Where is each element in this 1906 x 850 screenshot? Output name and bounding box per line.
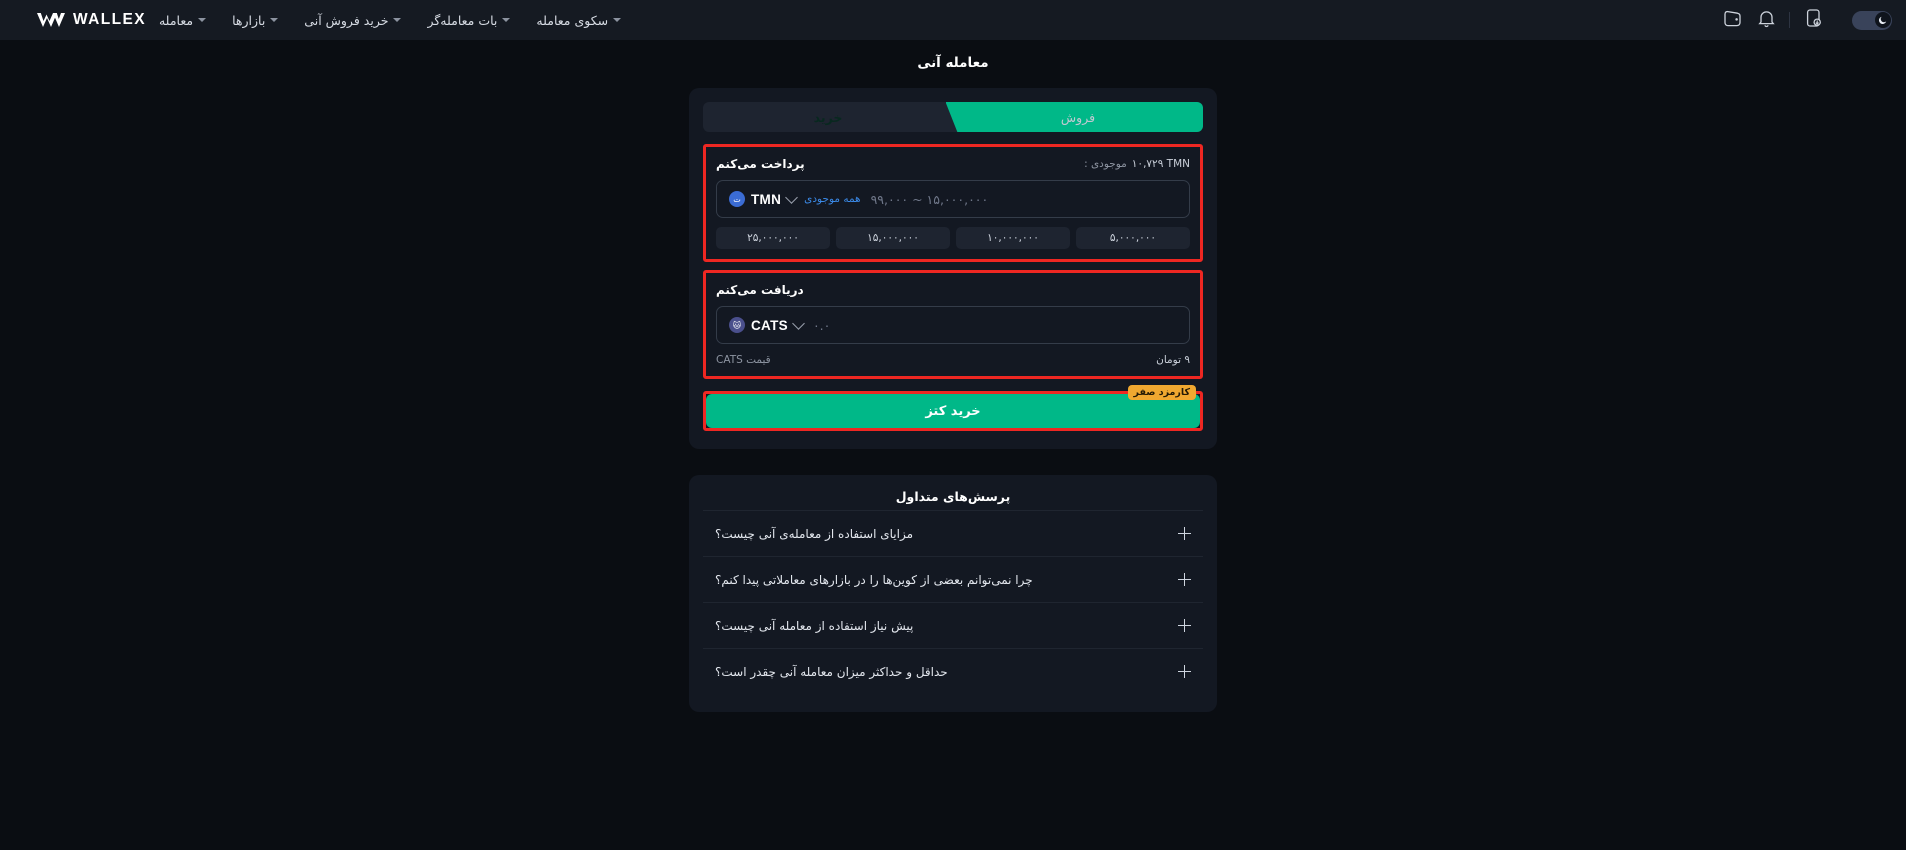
receive-amount-input[interactable]: ۰.۰ bbox=[811, 318, 1180, 333]
plus-icon bbox=[1178, 619, 1191, 632]
faq-item[interactable]: حداقل و حداکثر میزان معامله آنی چقدر است… bbox=[703, 648, 1203, 694]
plus-icon bbox=[1178, 527, 1191, 540]
pay-section-annotation: پرداخت می‌کنم موجودی : ۱۰,۷۲۹ TMN ت TMN … bbox=[703, 144, 1203, 262]
instant-trade-panel: خرید فروش پرداخت می‌کنم موجودی : ۱۰,۷۲۹ … bbox=[689, 88, 1217, 712]
price-value: ۹ تومان bbox=[1156, 354, 1190, 366]
wallet-button[interactable] bbox=[1715, 3, 1749, 37]
plus-icon bbox=[1178, 573, 1191, 586]
quick-amount-chip[interactable]: ۱۵,۰۰۰,۰۰۰ bbox=[836, 227, 950, 249]
wallex-logo[interactable]: WALLEX bbox=[36, 11, 146, 29]
receive-currency-label: CATS bbox=[751, 317, 788, 333]
receive-section-annotation: دریافت می‌کنم 🐱 CATS ۰.۰ قیمت CATS ۹ توم… bbox=[703, 270, 1203, 379]
submit-section-annotation: کارمزد صفر خرید کتز bbox=[703, 385, 1203, 431]
receive-input-row: 🐱 CATS ۰.۰ bbox=[716, 306, 1190, 344]
page-title: معامله آنی bbox=[917, 55, 989, 71]
pay-input-row: ت TMN همه موجودی ۹۹,۰۰۰ ~ ۱۵,۰۰۰,۰۰۰ bbox=[716, 180, 1190, 218]
zero-fee-badge: کارمزد صفر bbox=[1127, 385, 1196, 400]
nav-item-markets[interactable]: بازارها bbox=[219, 13, 291, 28]
nav-label: سکوی معامله bbox=[536, 12, 609, 28]
use-all-balance-button[interactable]: همه موجودی bbox=[804, 193, 860, 205]
balance-label: موجودی : bbox=[1084, 158, 1127, 170]
moon-icon bbox=[1874, 12, 1891, 28]
header-divider bbox=[1789, 12, 1790, 28]
quick-amount-chip[interactable]: ۵,۰۰۰,۰۰۰ bbox=[1076, 227, 1190, 249]
chevron-down-icon bbox=[198, 18, 207, 22]
chevron-down-icon bbox=[792, 316, 805, 330]
top-header: WALLEX معامله بازارها خرید فروش آنی بات … bbox=[0, 0, 1906, 40]
trade-card: خرید فروش پرداخت می‌کنم موجودی : ۱۰,۷۲۹ … bbox=[689, 88, 1217, 449]
wallet-icon bbox=[1722, 9, 1743, 32]
chevron-down-icon bbox=[393, 18, 402, 22]
toman-coin-icon: ت bbox=[729, 191, 745, 207]
buy-sell-tabs: خرید فروش bbox=[703, 102, 1203, 132]
chevron-down-icon bbox=[613, 18, 622, 22]
receive-price-row: قیمت CATS ۹ تومان bbox=[716, 354, 1190, 366]
nav-item-trading-bot[interactable]: بات معامله‌گر bbox=[414, 13, 523, 28]
receive-label: دریافت می‌کنم bbox=[716, 283, 804, 297]
quick-amount-chips: ۲۵,۰۰۰,۰۰۰ ۱۵,۰۰۰,۰۰۰ ۱۰,۰۰۰,۰۰۰ ۵,۰۰۰,۰… bbox=[716, 227, 1190, 249]
faq-item[interactable]: چرا نمی‌توانم بعضی از کوین‌ها را در بازا… bbox=[703, 556, 1203, 602]
mobile-download-icon bbox=[1805, 8, 1822, 32]
nav-label: خرید فروش آنی bbox=[304, 12, 389, 28]
faq-question: مزایای استفاده از معامله‌ی آنی چیست؟ bbox=[715, 526, 914, 541]
bell-icon bbox=[1757, 9, 1775, 32]
faq-item[interactable]: پیش نیاز استفاده از معامله آنی چیست؟ bbox=[703, 602, 1203, 648]
main-nav: معامله بازارها خرید فروش آنی بات معامله‌… bbox=[146, 13, 634, 28]
price-label: قیمت CATS bbox=[716, 354, 771, 366]
cats-coin-icon: 🐱 bbox=[729, 317, 745, 333]
header-right-group: WALLEX معامله بازارها خرید فروش آنی بات … bbox=[10, 11, 634, 29]
pay-currency-label: TMN bbox=[751, 191, 782, 207]
tab-sell[interactable]: فروش bbox=[953, 102, 1203, 132]
faq-item[interactable]: مزایای استفاده از معامله‌ی آنی چیست؟ bbox=[703, 510, 1203, 556]
nav-item-trade[interactable]: معامله bbox=[146, 13, 219, 28]
wallex-logo-icon bbox=[36, 11, 66, 29]
pay-section: پرداخت می‌کنم موجودی : ۱۰,۷۲۹ TMN ت TMN … bbox=[706, 147, 1200, 259]
pay-currency-selector[interactable]: ت TMN bbox=[729, 190, 799, 207]
pay-section-header: پرداخت می‌کنم موجودی : ۱۰,۷۲۹ TMN bbox=[716, 157, 1190, 171]
nav-label: بات معامله‌گر bbox=[427, 12, 498, 28]
plus-icon bbox=[1178, 665, 1191, 678]
pay-amount-input[interactable]: ۹۹,۰۰۰ ~ ۱۵,۰۰۰,۰۰۰ bbox=[869, 192, 1180, 207]
nav-label: بازارها bbox=[232, 12, 266, 28]
balance-display: موجودی : ۱۰,۷۲۹ TMN bbox=[1084, 158, 1190, 170]
tab-buy[interactable]: خرید bbox=[703, 102, 953, 132]
quick-amount-chip[interactable]: ۱۰,۰۰۰,۰۰۰ bbox=[956, 227, 1070, 249]
dark-mode-toggle[interactable] bbox=[1852, 10, 1892, 30]
header-left-group bbox=[1715, 3, 1892, 37]
faq-question: پیش نیاز استفاده از معامله آنی چیست؟ bbox=[715, 618, 914, 633]
pay-label: پرداخت می‌کنم bbox=[716, 157, 805, 171]
faq-question: چرا نمی‌توانم بعضی از کوین‌ها را در بازا… bbox=[715, 572, 1033, 587]
quick-amount-chip[interactable]: ۲۵,۰۰۰,۰۰۰ bbox=[716, 227, 830, 249]
receive-section: دریافت می‌کنم 🐱 CATS ۰.۰ قیمت CATS ۹ توم… bbox=[706, 273, 1200, 376]
faq-card: پرسش‌های متداول مزایای استفاده از معامله… bbox=[689, 475, 1217, 712]
buy-cats-button[interactable]: خرید کتز bbox=[706, 394, 1200, 428]
balance-value: ۱۰,۷۲۹ TMN bbox=[1131, 158, 1190, 170]
chevron-down-icon bbox=[270, 18, 279, 22]
faq-title: پرسش‌های متداول bbox=[895, 489, 1011, 504]
receive-section-header: دریافت می‌کنم bbox=[716, 283, 1190, 297]
chevron-down-icon bbox=[785, 190, 799, 204]
faq-question: حداقل و حداکثر میزان معامله آنی چقدر است… bbox=[715, 664, 948, 679]
logo-text: WALLEX bbox=[73, 11, 146, 28]
nav-label: معامله bbox=[158, 12, 194, 28]
nav-item-trading-platform[interactable]: سکوی معامله bbox=[523, 13, 634, 28]
mobile-app-button[interactable] bbox=[1796, 3, 1830, 37]
chevron-down-icon bbox=[502, 18, 511, 22]
receive-currency-selector[interactable]: 🐱 CATS bbox=[729, 316, 805, 333]
nav-item-instant-trade[interactable]: خرید فروش آنی bbox=[291, 13, 414, 28]
notifications-button[interactable] bbox=[1749, 3, 1783, 37]
